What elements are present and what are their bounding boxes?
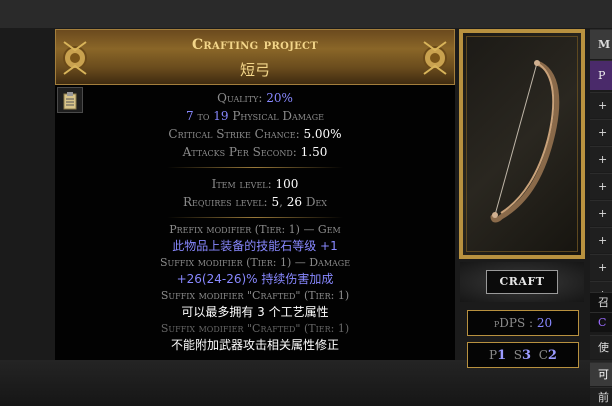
quality-line: Quality: 20% bbox=[55, 89, 455, 107]
side-row[interactable]: + bbox=[590, 119, 612, 145]
item-level-label: Item level: bbox=[211, 177, 272, 191]
crafted-count-label: C bbox=[538, 348, 548, 362]
item-level-value: 100 bbox=[275, 177, 299, 191]
sockets-box: P1 S3 C2 bbox=[467, 342, 579, 368]
side-row[interactable]: 前 bbox=[590, 387, 612, 406]
quality-label: Quality: bbox=[217, 91, 263, 105]
aps-line: Attacks Per Second: 1.50 bbox=[55, 143, 455, 161]
damage-min: 7 bbox=[186, 109, 194, 123]
side-row[interactable]: 使 bbox=[590, 335, 612, 359]
pdps-box: pDPS : 20 bbox=[467, 310, 579, 336]
item-title: Crafting project bbox=[191, 37, 319, 53]
item-preview-frame bbox=[459, 29, 585, 259]
crit-label: Critical Strike Chance: bbox=[168, 127, 300, 141]
modifier-list: Prefix modifier (Tier: 1) — Gem 此物品上装备的技… bbox=[55, 222, 455, 354]
crit-value: 5.00% bbox=[303, 127, 342, 141]
crit-line: Critical Strike Chance: 5.00% bbox=[55, 125, 455, 143]
short-bow-icon bbox=[490, 60, 560, 223]
mod-header: Suffix modifier "Crafted" (Tier: 1) bbox=[160, 289, 350, 302]
item-level-line: Item level: 100 bbox=[55, 175, 455, 193]
quality-value: 20% bbox=[266, 91, 293, 105]
crafted-count: 2 bbox=[547, 348, 557, 363]
damage-to: to bbox=[197, 109, 210, 123]
side-mod-list: M P + + + + + + + + 召 C 使 可 前 bbox=[590, 29, 612, 406]
prefix-count-label: P bbox=[489, 348, 498, 362]
side-row[interactable]: C bbox=[590, 312, 612, 332]
side-row[interactable]: 可 bbox=[590, 362, 612, 386]
side-row[interactable]: + bbox=[590, 173, 612, 199]
mod-text: 此物品上装备的技能石等级 +1 bbox=[172, 239, 338, 253]
requires-label: Requires level: bbox=[182, 195, 268, 209]
craft-area: CRAFT bbox=[460, 262, 584, 302]
suffix-count-label: S bbox=[513, 348, 523, 362]
separator bbox=[167, 167, 343, 168]
prefix-count: 1 bbox=[497, 348, 507, 363]
item-base-type: 短弓 bbox=[239, 61, 270, 79]
side-row[interactable]: 召 bbox=[590, 292, 612, 312]
requirements-line: Requires level: 5, 26 Dex bbox=[55, 193, 455, 211]
mod-text: 不能附加武器攻击相关属性修正 bbox=[170, 338, 339, 352]
aps-label: Attacks Per Second: bbox=[182, 145, 297, 159]
pdps-label: pDPS : bbox=[493, 316, 534, 330]
mod-header: Suffix modifier "Crafted" (Tier: 1) bbox=[160, 322, 350, 335]
damage-max: 19 bbox=[213, 109, 229, 123]
side-row[interactable]: + bbox=[590, 200, 612, 226]
item-header: Crafting project 短弓 bbox=[55, 29, 455, 85]
item-tooltip-panel: Crafting project 短弓 Quality: 20% 7 to 19… bbox=[55, 29, 455, 360]
mod-header: Prefix modifier (Tier: 1) — Gem bbox=[169, 223, 341, 236]
side-row[interactable]: + bbox=[590, 254, 612, 280]
required-level: 5 bbox=[271, 195, 280, 209]
suffix-count: 3 bbox=[522, 348, 532, 363]
mod-text: +26(24-26)% 持续伤害加成 bbox=[176, 272, 334, 286]
item-stats: Quality: 20% 7 to 19 Physical Damage Cri… bbox=[55, 89, 455, 225]
side-row[interactable]: + bbox=[590, 227, 612, 253]
mod-header: Suffix modifier (Tier: 1) — Damage bbox=[159, 256, 351, 269]
top-bar bbox=[0, 0, 612, 28]
craft-button[interactable]: CRAFT bbox=[486, 270, 558, 294]
damage-type: Physical Damage bbox=[232, 109, 324, 123]
side-row[interactable]: + bbox=[590, 146, 612, 172]
side-row[interactable]: + bbox=[590, 92, 612, 118]
required-dex: 26 bbox=[286, 195, 303, 209]
aps-value: 1.50 bbox=[300, 145, 328, 159]
separator bbox=[167, 217, 343, 218]
pdps-value: 20 bbox=[536, 316, 553, 330]
requires-separator: , bbox=[279, 195, 283, 209]
dex-label: Dex bbox=[305, 195, 327, 209]
mod-text: 可以最多拥有 3 个工艺属性 bbox=[181, 305, 329, 319]
side-row[interactable]: P bbox=[590, 60, 612, 90]
damage-line: 7 to 19 Physical Damage bbox=[55, 107, 455, 125]
side-row[interactable]: M bbox=[590, 29, 612, 59]
